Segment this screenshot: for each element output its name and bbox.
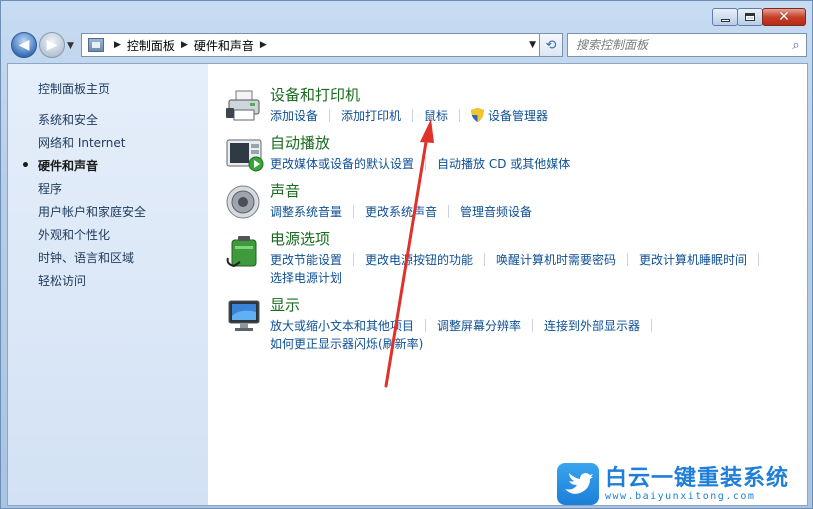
link-zoom-text[interactable]: 放大或缩小文本和其他项目 [270, 317, 414, 334]
battery-power-icon [226, 236, 257, 268]
category-links-display: 放大或缩小文本和其他项目 调整屏幕分辨率 连接到外部显示器 如何更正显示器闪烁(… [270, 316, 663, 352]
link-change-system-sounds[interactable]: 更改系统声音 [365, 203, 437, 220]
sidebar-list: 系统和安全 网络和 Internet 硬件和声音 程序 用户帐户和家庭安全 外观… [21, 112, 146, 296]
maximize-icon [745, 13, 755, 21]
content-area: 控制面板主页 系统和安全 网络和 Internet 硬件和声音 程序 用户帐户和… [7, 63, 808, 506]
category-title-display[interactable]: 显示 [270, 294, 300, 315]
chevron-right-icon[interactable]: ▶ [181, 40, 188, 50]
close-button[interactable]: ✕ [762, 8, 806, 26]
link-connect-external-display[interactable]: 连接到外部显示器 [544, 317, 640, 334]
sidebar: 控制面板主页 系统和安全 网络和 Internet 硬件和声音 程序 用户帐户和… [8, 64, 208, 505]
link-adjust-resolution[interactable]: 调整屏幕分辨率 [437, 317, 521, 334]
link-manage-audio-devices[interactable]: 管理音频设备 [460, 203, 532, 220]
link-separator [532, 318, 534, 332]
main-pane: 设备和打印机 添加设备 添加打印机 鼠标 设备管理器 自动播放 更改媒体或设备的… [208, 64, 807, 505]
watermark: 白云一键重装系统 www.baiyunxitong.com [557, 463, 809, 505]
breadcrumb-hardware-sound[interactable]: 硬件和声音 [194, 37, 254, 54]
close-icon: ✕ [778, 9, 790, 25]
link-separator [459, 108, 461, 122]
link-change-power-buttons[interactable]: 更改电源按钮的功能 [365, 251, 473, 268]
sidebar-item-clock-region[interactable]: 时钟、语言和区域 [38, 250, 146, 273]
printer-icon [226, 90, 260, 121]
autoplay-icon [226, 139, 264, 172]
link-device-manager[interactable]: 设备管理器 [488, 107, 548, 124]
sidebar-item-appearance[interactable]: 外观和个性化 [38, 227, 146, 250]
search-input[interactable] [568, 35, 786, 55]
link-fix-flicker[interactable]: 如何更正显示器闪烁(刷新率) [270, 335, 423, 352]
sidebar-home-link[interactable]: 控制面板主页 [38, 80, 110, 97]
speaker-icon [226, 185, 260, 219]
link-choose-power-plan[interactable]: 选择电源计划 [270, 269, 342, 286]
link-separator [329, 108, 331, 122]
sidebar-item-user-accounts[interactable]: 用户帐户和家庭安全 [38, 204, 146, 227]
category-title-sound[interactable]: 声音 [270, 180, 300, 201]
link-change-media-defaults[interactable]: 更改媒体或设备的默认设置 [270, 155, 414, 172]
forward-button[interactable]: ▶ [39, 32, 65, 58]
link-change-sleep-time[interactable]: 更改计算机睡眠时间 [639, 251, 747, 268]
link-separator [651, 318, 653, 332]
link-separator [353, 252, 355, 266]
address-bar[interactable]: ▶ 控制面板 ▶ 硬件和声音 ▶ ▼ [81, 33, 541, 57]
link-separator [425, 156, 427, 170]
sidebar-item-ease-of-access[interactable]: 轻松访问 [38, 273, 146, 296]
link-add-device[interactable]: 添加设备 [270, 107, 318, 124]
link-separator [627, 252, 629, 266]
link-separator [412, 108, 414, 122]
watermark-text: 白云一键重装系统 www.baiyunxitong.com [605, 465, 790, 502]
control-panel-window: ✕ ◀ ▶ ▼ ▶ 控制面板 ▶ 硬件和声音 ▶ ▼ ⟲ ⌕ 控制面板主页 系统… [0, 0, 813, 509]
category-links-devices: 添加设备 添加打印机 鼠标 设备管理器 [270, 106, 548, 124]
link-autoplay-cd[interactable]: 自动播放 CD 或其他媒体 [437, 155, 570, 172]
category-links-power: 更改节能设置 更改电源按钮的功能 唤醒计算机时需要密码 更改计算机睡眠时间 选择… [270, 250, 770, 286]
watermark-title: 白云一键重装系统 [605, 465, 790, 491]
link-mouse[interactable]: 鼠标 [424, 107, 448, 124]
refresh-button[interactable]: ⟲ [539, 33, 563, 57]
link-separator [425, 318, 427, 332]
link-adjust-volume[interactable]: 调整系统音量 [270, 203, 342, 220]
navigation-bar: ◀ ▶ ▼ ▶ 控制面板 ▶ 硬件和声音 ▶ ▼ ⟲ ⌕ [9, 31, 807, 59]
sidebar-item-network[interactable]: 网络和 Internet [38, 135, 146, 158]
category-links-sound: 调整系统音量 更改系统声音 管理音频设备 [270, 202, 532, 220]
breadcrumb-control-panel[interactable]: 控制面板 [127, 37, 175, 54]
chevron-right-icon[interactable]: ▶ [114, 40, 121, 50]
link-add-printer[interactable]: 添加打印机 [341, 107, 401, 124]
monitor-icon [228, 300, 260, 331]
minimize-icon [720, 18, 730, 22]
control-panel-icon [88, 38, 104, 52]
minimize-button[interactable] [712, 8, 738, 26]
link-separator [353, 204, 355, 218]
category-title-devices[interactable]: 设备和打印机 [270, 84, 360, 105]
arrow-left-icon: ◀ [18, 37, 30, 53]
uac-shield-icon [471, 108, 485, 122]
link-separator [448, 204, 450, 218]
watermark-url: www.baiyunxitong.com [605, 490, 756, 502]
sidebar-item-system-security[interactable]: 系统和安全 [38, 112, 146, 135]
sidebar-item-programs[interactable]: 程序 [38, 181, 146, 204]
category-title-autoplay[interactable]: 自动播放 [270, 132, 330, 153]
maximize-button[interactable] [737, 8, 763, 26]
search-icon[interactable]: ⌕ [786, 38, 806, 53]
caption-buttons: ✕ [712, 8, 806, 26]
bird-logo-icon [557, 463, 599, 505]
link-separator [758, 252, 760, 266]
category-links-autoplay: 更改媒体或设备的默认设置 自动播放 CD 或其他媒体 [270, 154, 570, 172]
back-button[interactable]: ◀ [11, 32, 37, 58]
search-box: ⌕ [567, 33, 807, 57]
arrow-right-icon: ▶ [46, 37, 58, 53]
history-dropdown-icon[interactable]: ▼ [67, 41, 74, 51]
sidebar-item-hardware-sound[interactable]: 硬件和声音 [21, 158, 146, 181]
link-separator [484, 252, 486, 266]
refresh-icon: ⟲ [545, 37, 557, 53]
category-title-power[interactable]: 电源选项 [270, 228, 330, 249]
link-require-password-wake[interactable]: 唤醒计算机时需要密码 [496, 251, 616, 268]
link-change-power-saving[interactable]: 更改节能设置 [270, 251, 342, 268]
address-dropdown-icon[interactable]: ▼ [529, 40, 536, 50]
chevron-right-icon[interactable]: ▶ [260, 40, 267, 50]
